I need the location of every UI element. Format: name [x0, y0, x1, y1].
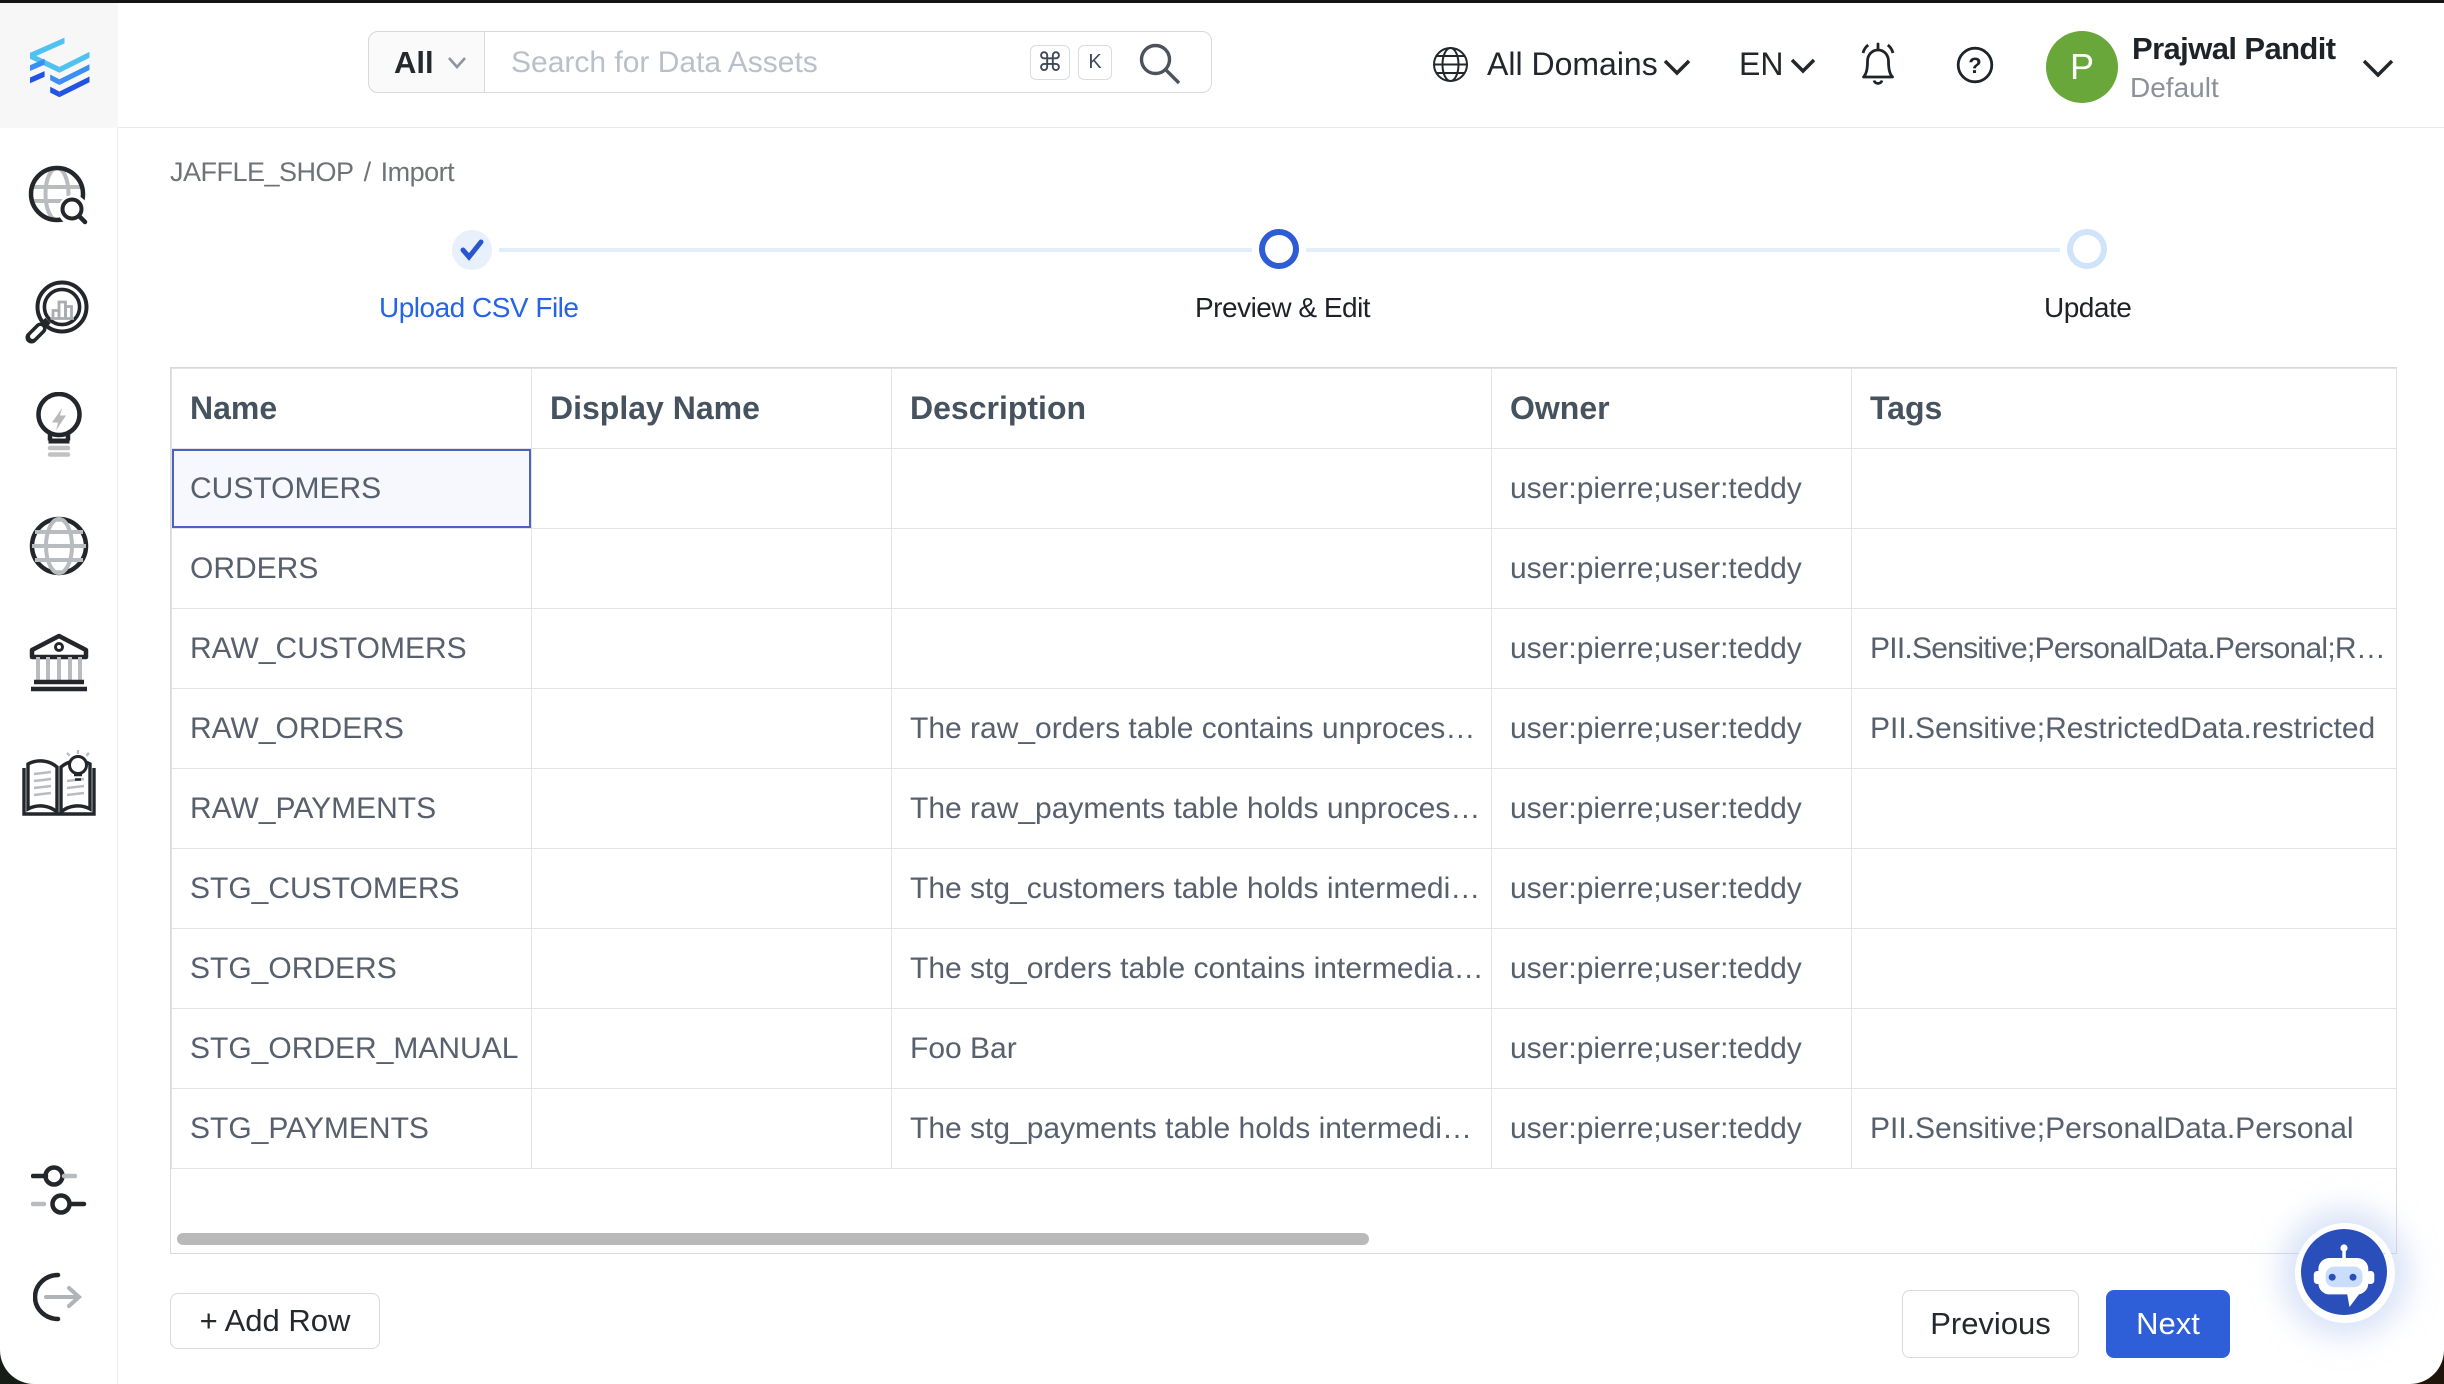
svg-text:?: ?	[1968, 53, 1981, 78]
